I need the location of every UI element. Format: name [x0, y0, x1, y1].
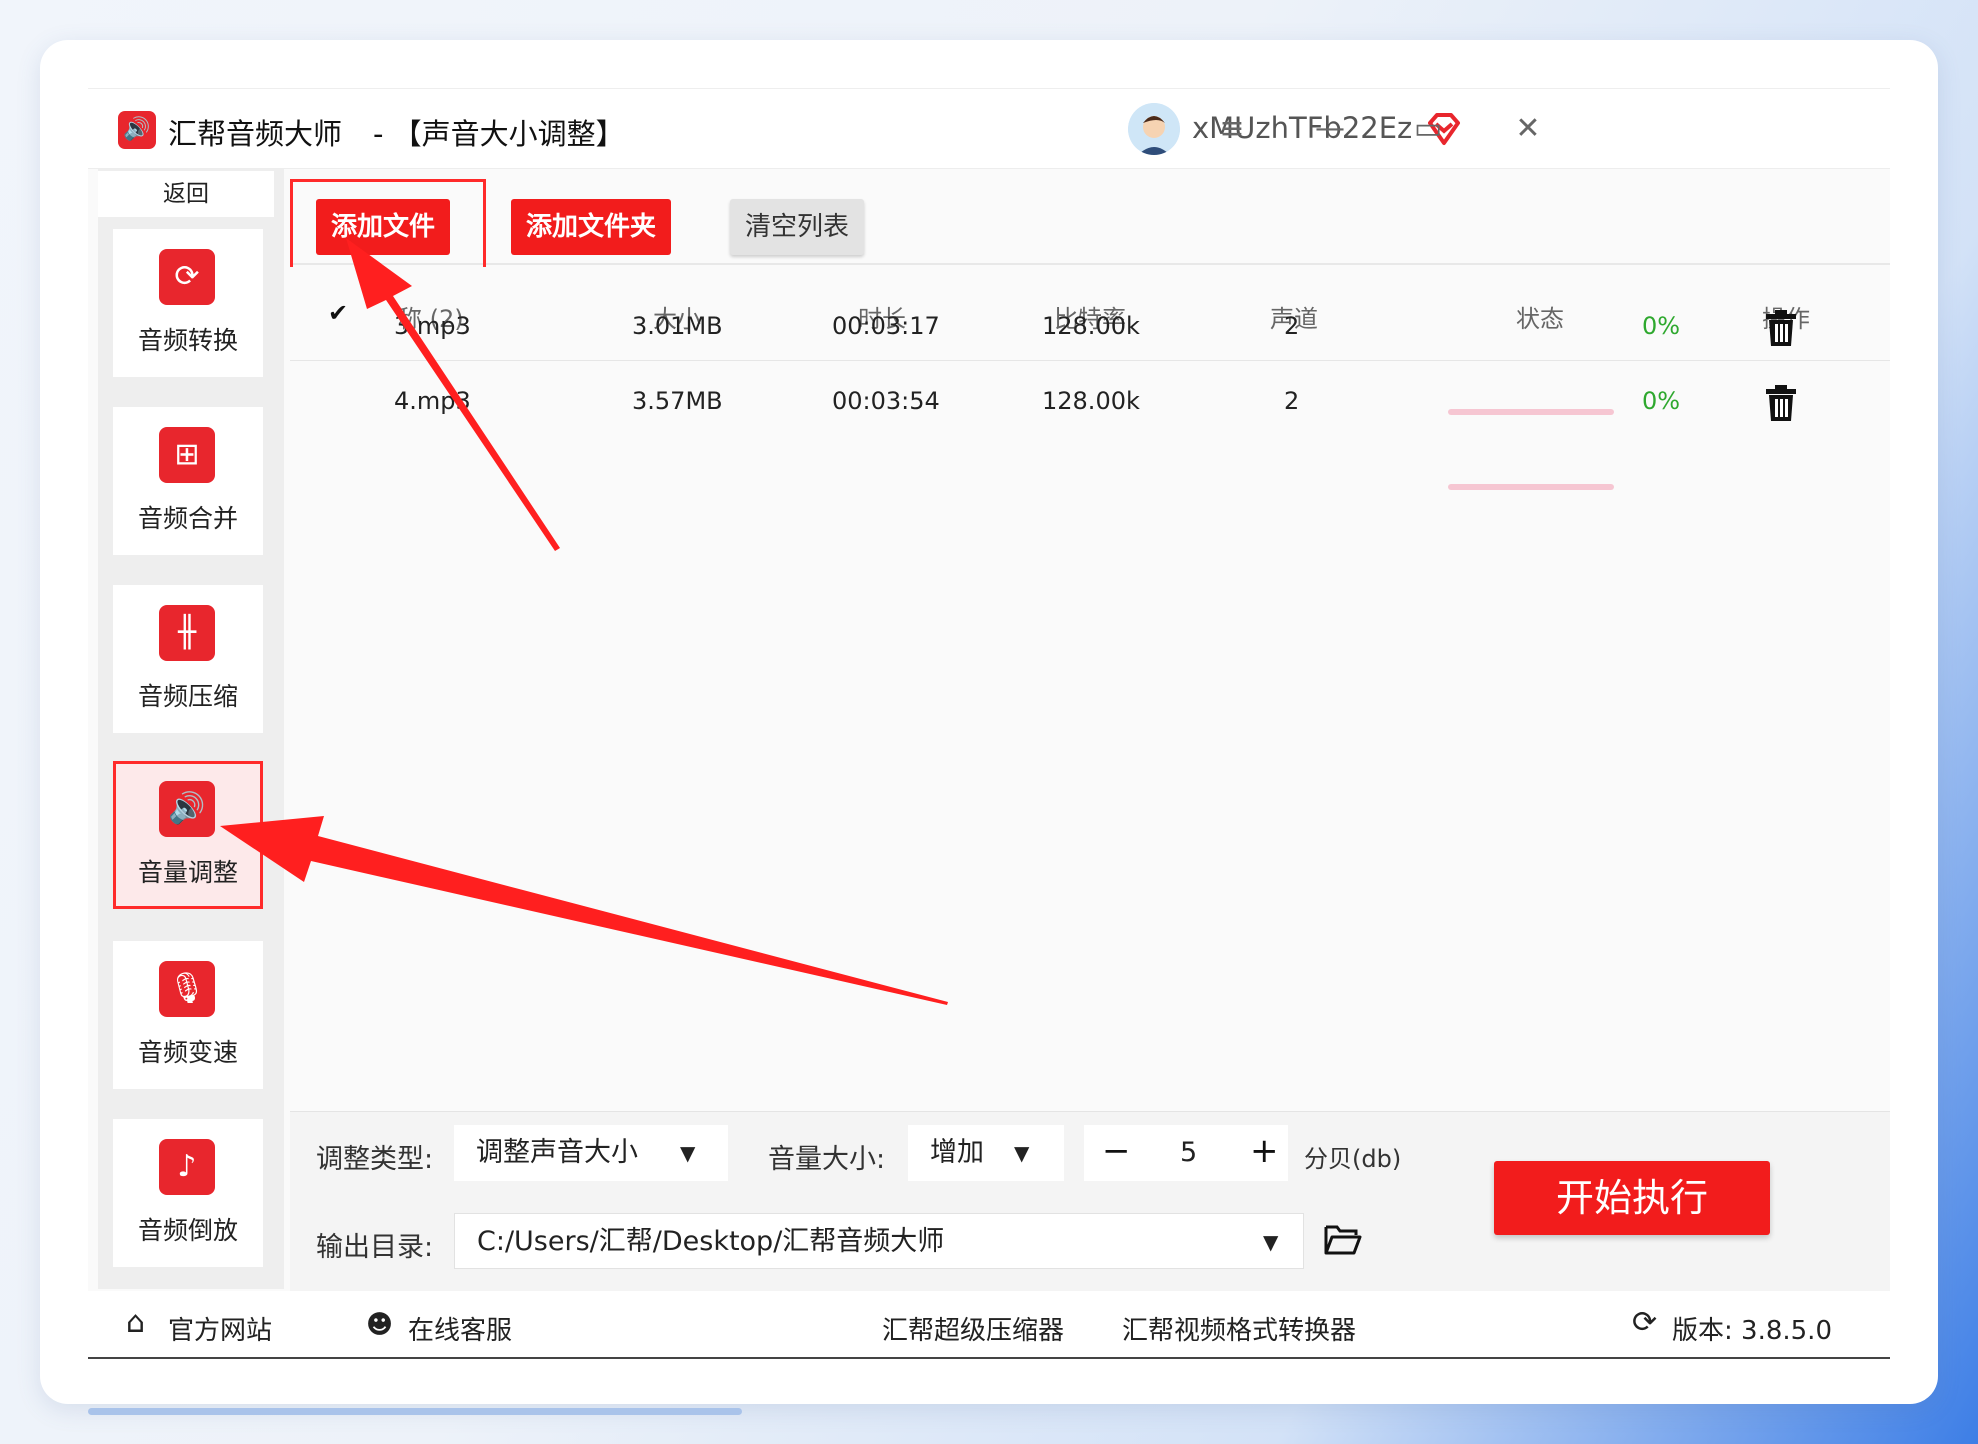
file-duration: 00:03:54: [832, 387, 940, 415]
select-all-checkbox[interactable]: ✔: [328, 299, 348, 327]
app-logo-icon: 🔊: [118, 111, 156, 149]
audio-speed-icon: 🎙: [159, 961, 215, 1017]
progress-percent: 0%: [1642, 387, 1681, 415]
sidebar-item-volume-adjust[interactable]: 🔊 音量调整: [113, 761, 263, 909]
online-support-link[interactable]: 在线客服: [408, 1310, 512, 1347]
close-icon[interactable]: ✕: [1504, 107, 1552, 151]
minimize-icon[interactable]: —: [1306, 107, 1354, 151]
volume-direction-select[interactable]: 增加 ▼: [908, 1125, 1064, 1181]
sidebar-item-label: 音频合并: [137, 504, 238, 533]
sidebar-item-audio-convert[interactable]: ⟳ 音频转换: [113, 229, 263, 377]
volume-amount[interactable]: 5: [1180, 1125, 1197, 1181]
title-bar: 🔊 汇帮音频大师 - 【声音大小调整】 xMUzhTFb22Ez ≡ — ▭ ✕: [88, 89, 1890, 169]
audio-convert-icon: ⟳: [159, 249, 215, 305]
decorative-strip: [88, 1408, 742, 1415]
avatar[interactable]: [1128, 103, 1180, 155]
audio-reverse-icon: ♪: [159, 1139, 215, 1195]
audio-merge-icon: ⊞: [159, 427, 215, 483]
status-bar: ⌂ 官方网站 ☻ 在线客服 汇帮超级压缩器 汇帮视频格式转换器 ⟳ 版本: 3.…: [88, 1291, 1890, 1359]
back-button[interactable]: 返回: [98, 171, 274, 217]
file-size: 3.01MB: [632, 312, 723, 340]
plus-button[interactable]: +: [1250, 1123, 1279, 1179]
volume-label: 音量大小:: [768, 1144, 886, 1175]
file-bitrate: 128.00k: [1042, 312, 1140, 340]
sidebar-item-audio-compress[interactable]: ╫ 音频压缩: [113, 585, 263, 733]
refresh-icon[interactable]: ⟳: [1632, 1305, 1657, 1340]
output-dir-value: C:/Users/汇帮/Desktop/汇帮音频大师: [477, 1226, 945, 1257]
clear-list-button[interactable]: 清空列表: [730, 199, 864, 255]
maximize-icon[interactable]: ▭: [1404, 107, 1452, 151]
folder-open-icon[interactable]: [1324, 1223, 1362, 1255]
app-name: 汇帮音频大师: [168, 117, 343, 151]
adjust-type-label: 调整类型:: [316, 1144, 434, 1175]
unit-label: 分贝(db): [1304, 1145, 1402, 1173]
output-dir-label: 输出目录:: [316, 1232, 434, 1263]
compressor-link[interactable]: 汇帮超级压缩器: [882, 1310, 1064, 1347]
sidebar-item-label: 音频倒放: [137, 1216, 238, 1245]
volume-stepper[interactable]: − 5 +: [1084, 1125, 1288, 1181]
video-converter-link[interactable]: 汇帮视频格式转换器: [1122, 1310, 1356, 1347]
minus-button[interactable]: −: [1102, 1123, 1131, 1179]
file-name: 4.mp3: [394, 387, 471, 415]
sidebar-item-label: 音频转换: [137, 326, 238, 355]
file-duration: 00:03:17: [832, 312, 940, 340]
file-channels: 2: [1284, 312, 1300, 340]
file-bitrate: 128.00k: [1042, 387, 1140, 415]
add-folder-button[interactable]: 添加文件夹: [511, 199, 671, 255]
sidebar-item-audio-reverse[interactable]: ♪ 音频倒放: [113, 1119, 263, 1267]
add-file-highlight: [290, 179, 486, 271]
file-channels: 2: [1284, 387, 1300, 415]
sidebar-item-audio-speed[interactable]: 🎙 音频变速: [113, 941, 263, 1089]
audio-compress-icon: ╫: [159, 605, 215, 661]
avatar-icon: [1128, 103, 1180, 155]
chevron-down-icon: ▼: [1263, 1230, 1279, 1254]
start-button[interactable]: 开始执行: [1494, 1161, 1770, 1235]
file-name: 3.mp3: [394, 312, 471, 340]
menu-icon[interactable]: ≡: [1208, 107, 1256, 151]
support-icon: ☻: [366, 1310, 394, 1340]
sidebar-item-audio-merge[interactable]: ⊞ 音频合并: [113, 407, 263, 555]
sidebar-item-label: 音频压缩: [137, 682, 238, 711]
window-subtitle: - 【声音大小调整】: [373, 117, 625, 151]
home-icon: ⌂: [126, 1305, 146, 1340]
volume-direction-value: 增加: [930, 1137, 984, 1168]
sidebar-item-label: 音量调整: [137, 858, 238, 887]
progress-bar: [1448, 484, 1614, 490]
app-window: 🔊 汇帮音频大师 - 【声音大小调整】 xMUzhTFb22Ez ≡ — ▭ ✕…: [88, 88, 1890, 1359]
column-status[interactable]: 状态: [1516, 299, 1564, 334]
progress-bar: [1448, 409, 1614, 415]
official-website-link[interactable]: 官方网站: [168, 1310, 272, 1347]
chevron-down-icon: ▼: [1014, 1141, 1030, 1165]
delete-icon[interactable]: [1764, 309, 1798, 347]
chevron-down-icon: ▼: [680, 1141, 696, 1165]
volume-adjust-icon: 🔊: [159, 781, 215, 837]
output-dir-select[interactable]: C:/Users/汇帮/Desktop/汇帮音频大师 ▼: [454, 1213, 1304, 1269]
delete-icon[interactable]: [1764, 384, 1798, 422]
progress-percent: 0%: [1642, 312, 1681, 340]
adjust-type-select[interactable]: 调整声音大小 ▼: [454, 1125, 728, 1181]
version-label: 版本: 3.8.5.0: [1672, 1316, 1832, 1346]
file-size: 3.57MB: [632, 387, 723, 415]
adjust-type-value: 调整声音大小: [476, 1137, 638, 1168]
sidebar-item-label: 音频变速: [137, 1038, 238, 1067]
